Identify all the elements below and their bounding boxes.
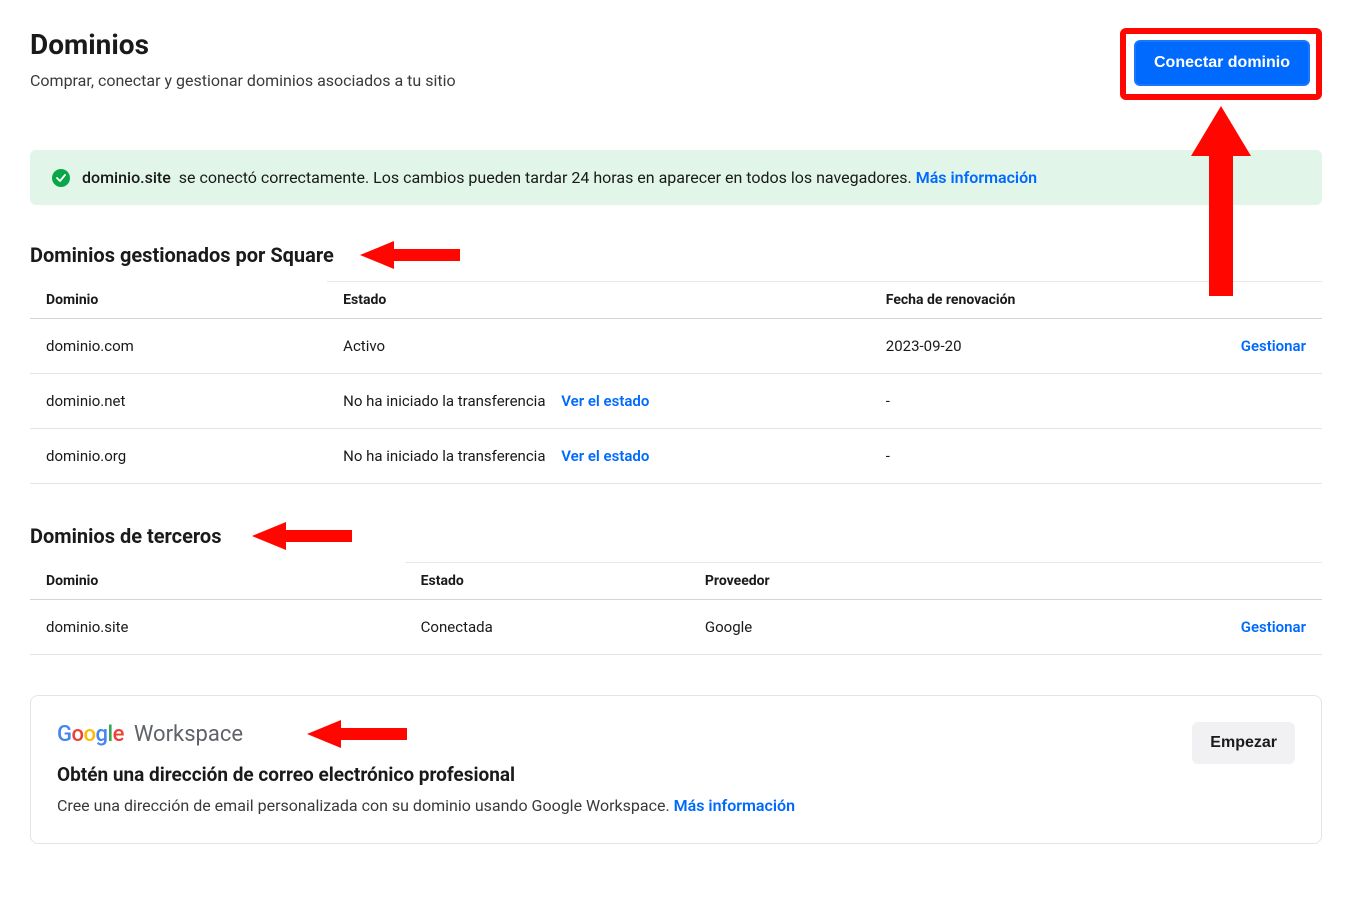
table-row: dominio.com Activo 2023-09-20 Gestionar: [30, 319, 1322, 374]
cell-domain: dominio.com: [30, 319, 327, 374]
cell-renew: 2023-09-20: [870, 319, 1193, 374]
thirdparty-domains-table: Dominio Estado Proveedor dominio.site Co…: [30, 562, 1322, 655]
google-workspace-card: Google Workspace Obtén una dirección de …: [30, 695, 1322, 844]
cell-status: No ha iniciado la transferencia Ver el e…: [327, 374, 870, 429]
manage-link[interactable]: Gestionar: [1209, 337, 1306, 355]
thirdparty-domains-heading: Dominios de terceros: [30, 524, 222, 548]
alert-message: se conectó correctamente. Los cambios pu…: [179, 168, 912, 187]
page-title: Dominios: [30, 28, 456, 61]
table-row: dominio.net No ha iniciado la transferen…: [30, 374, 1322, 429]
alert-domain: dominio.site: [82, 168, 171, 187]
cell-status: Conectada: [405, 600, 689, 655]
cell-status: Activo: [327, 319, 870, 374]
annotation-arrow-thirdparty: [252, 522, 352, 554]
workspace-more-info-link[interactable]: Más información: [674, 796, 795, 815]
check-circle-icon: [52, 169, 70, 187]
tp-col-status: Estado: [405, 563, 689, 600]
cell-provider: Google: [689, 600, 1193, 655]
view-status-link[interactable]: Ver el estado: [561, 392, 649, 410]
view-status-link[interactable]: Ver el estado: [561, 447, 649, 465]
annotation-highlight-connect: Conectar dominio: [1120, 28, 1322, 100]
manage-link[interactable]: Gestionar: [1209, 618, 1306, 636]
table-row: dominio.site Conectada Google Gestionar: [30, 600, 1322, 655]
workspace-logo-text: Workspace: [134, 722, 243, 747]
google-logo-icon: Google: [57, 722, 124, 747]
success-alert: dominio.site se conectó correctamente. L…: [30, 150, 1322, 205]
workspace-card-desc: Cree una dirección de email personalizad…: [57, 796, 1172, 815]
cell-domain: dominio.site: [30, 600, 405, 655]
cell-status: No ha iniciado la transferencia Ver el e…: [327, 429, 870, 484]
connect-domain-button[interactable]: Conectar dominio: [1134, 40, 1310, 86]
cell-renew: -: [870, 429, 1193, 484]
tp-col-provider: Proveedor: [689, 563, 1193, 600]
annotation-arrow-square: [360, 241, 460, 273]
alert-more-info-link[interactable]: Más información: [916, 168, 1037, 187]
square-col-status: Estado: [327, 282, 870, 319]
alert-text: dominio.site se conectó correctamente. L…: [82, 168, 1037, 187]
cell-domain: dominio.net: [30, 374, 327, 429]
workspace-card-title: Obtén una dirección de correo electrónic…: [57, 763, 1172, 786]
square-domains-table: Dominio Estado Fecha de renovación domin…: [30, 281, 1322, 484]
cell-domain: dominio.org: [30, 429, 327, 484]
workspace-start-button[interactable]: Empezar: [1192, 722, 1295, 764]
square-col-renew: Fecha de renovación: [870, 282, 1193, 319]
page-subtitle: Comprar, conectar y gestionar dominios a…: [30, 71, 456, 90]
table-row: dominio.org No ha iniciado la transferen…: [30, 429, 1322, 484]
tp-col-domain: Dominio: [30, 563, 405, 600]
cell-renew: -: [870, 374, 1193, 429]
annotation-arrow-workspace: [307, 720, 407, 752]
square-domains-heading: Dominios gestionados por Square: [30, 243, 334, 267]
square-col-domain: Dominio: [30, 282, 327, 319]
